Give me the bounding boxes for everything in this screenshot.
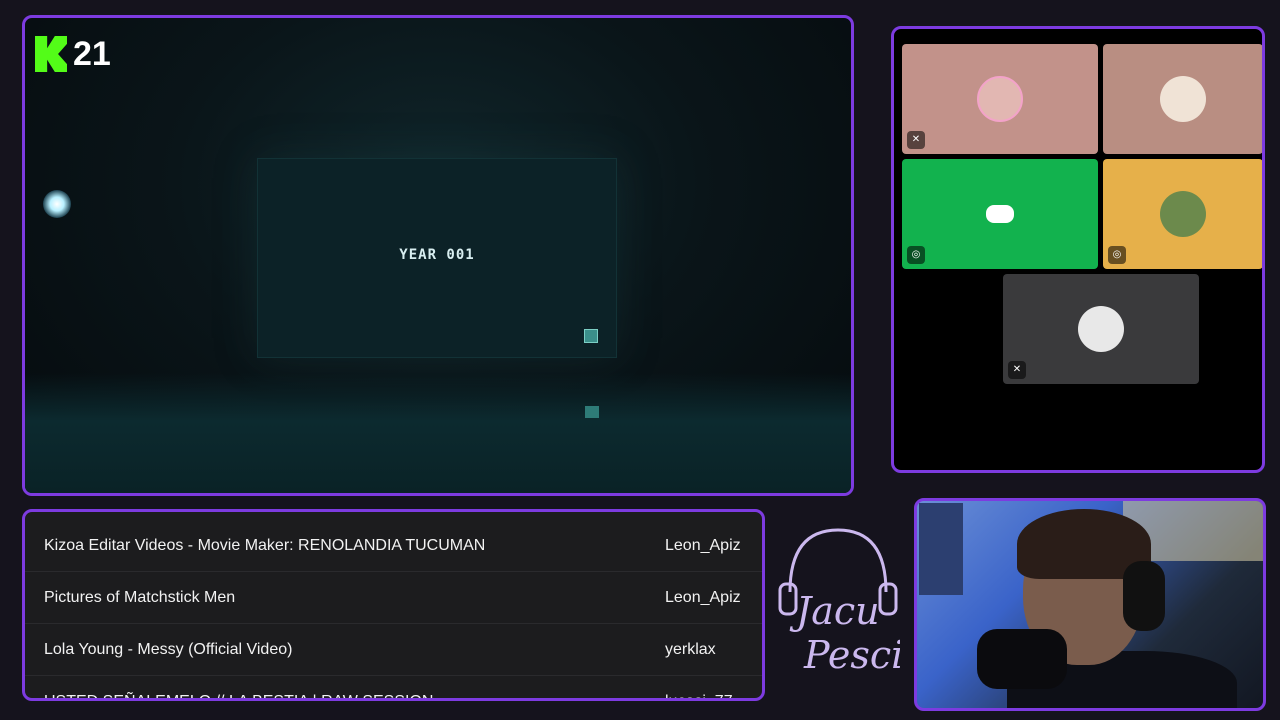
avatar: [977, 76, 1023, 122]
light-orb: [43, 190, 71, 218]
list-item: USTED SEÑALEMELO // LA BESTIA | RAW SESS…: [25, 676, 762, 701]
stream-video-panel: YEAR 001 21: [22, 15, 854, 496]
requester: Leon_Apiz: [665, 588, 741, 606]
list-item: Lola Young - Messy (Official Video) yerk…: [25, 624, 762, 676]
participant-tile-2[interactable]: [1103, 44, 1262, 154]
brand-line-2: Pesci: [803, 633, 900, 677]
song-title: Kizoa Editar Videos - Movie Maker: RENOL…: [44, 536, 486, 554]
avatar: [1160, 76, 1206, 122]
kick-logo-icon: [35, 36, 67, 72]
participant-tile-3[interactable]: ◎: [902, 159, 1098, 269]
participant-tile-5[interactable]: ✕: [1003, 274, 1199, 384]
requester: lucasj_77: [665, 692, 733, 701]
song-request-list: Kizoa Editar Videos - Movie Maker: RENOL…: [22, 509, 765, 701]
channel-number: 21: [73, 35, 111, 73]
scene-screen: YEAR 001: [257, 158, 617, 358]
deafened-icon: ◎: [1108, 246, 1126, 264]
requester: Leon_Apiz: [665, 536, 741, 554]
kick-badge: 21: [35, 36, 111, 72]
list-item: Pictures of Matchstick Men Leon_Apiz: [25, 572, 762, 624]
headphones-icon: [1123, 561, 1165, 631]
discord-logo-icon: [986, 205, 1014, 223]
webcam-panel: [914, 498, 1266, 711]
song-title: USTED SEÑALEMELO // LA BESTIA | RAW SESS…: [44, 692, 434, 701]
list-item: Kizoa Editar Videos - Movie Maker: RENOL…: [25, 520, 762, 572]
brand-logo: Jacu Pesci: [778, 528, 900, 677]
voice-call-panel: ✕ ◎ ◎ ✕: [891, 26, 1265, 473]
screen-icon: [584, 329, 598, 343]
participant-tile-1[interactable]: ✕: [902, 44, 1098, 154]
avatar: [1160, 191, 1206, 237]
song-title: Pictures of Matchstick Men: [44, 588, 236, 606]
participant-tile-4[interactable]: ◎: [1103, 159, 1262, 269]
brand-line-1: Jacu: [789, 589, 880, 633]
avatar: [1078, 306, 1124, 352]
microphone-icon: [977, 629, 1067, 689]
deafened-icon: ◎: [907, 246, 925, 264]
reflection: [585, 406, 599, 418]
background-poster: [919, 503, 963, 595]
mic-muted-icon: ✕: [907, 131, 925, 149]
requester: yerklax: [665, 640, 716, 658]
mic-muted-icon: ✕: [1008, 361, 1026, 379]
scene-title: YEAR 001: [399, 247, 475, 263]
water-floor: [25, 373, 851, 493]
song-title: Lola Young - Messy (Official Video): [44, 640, 293, 658]
